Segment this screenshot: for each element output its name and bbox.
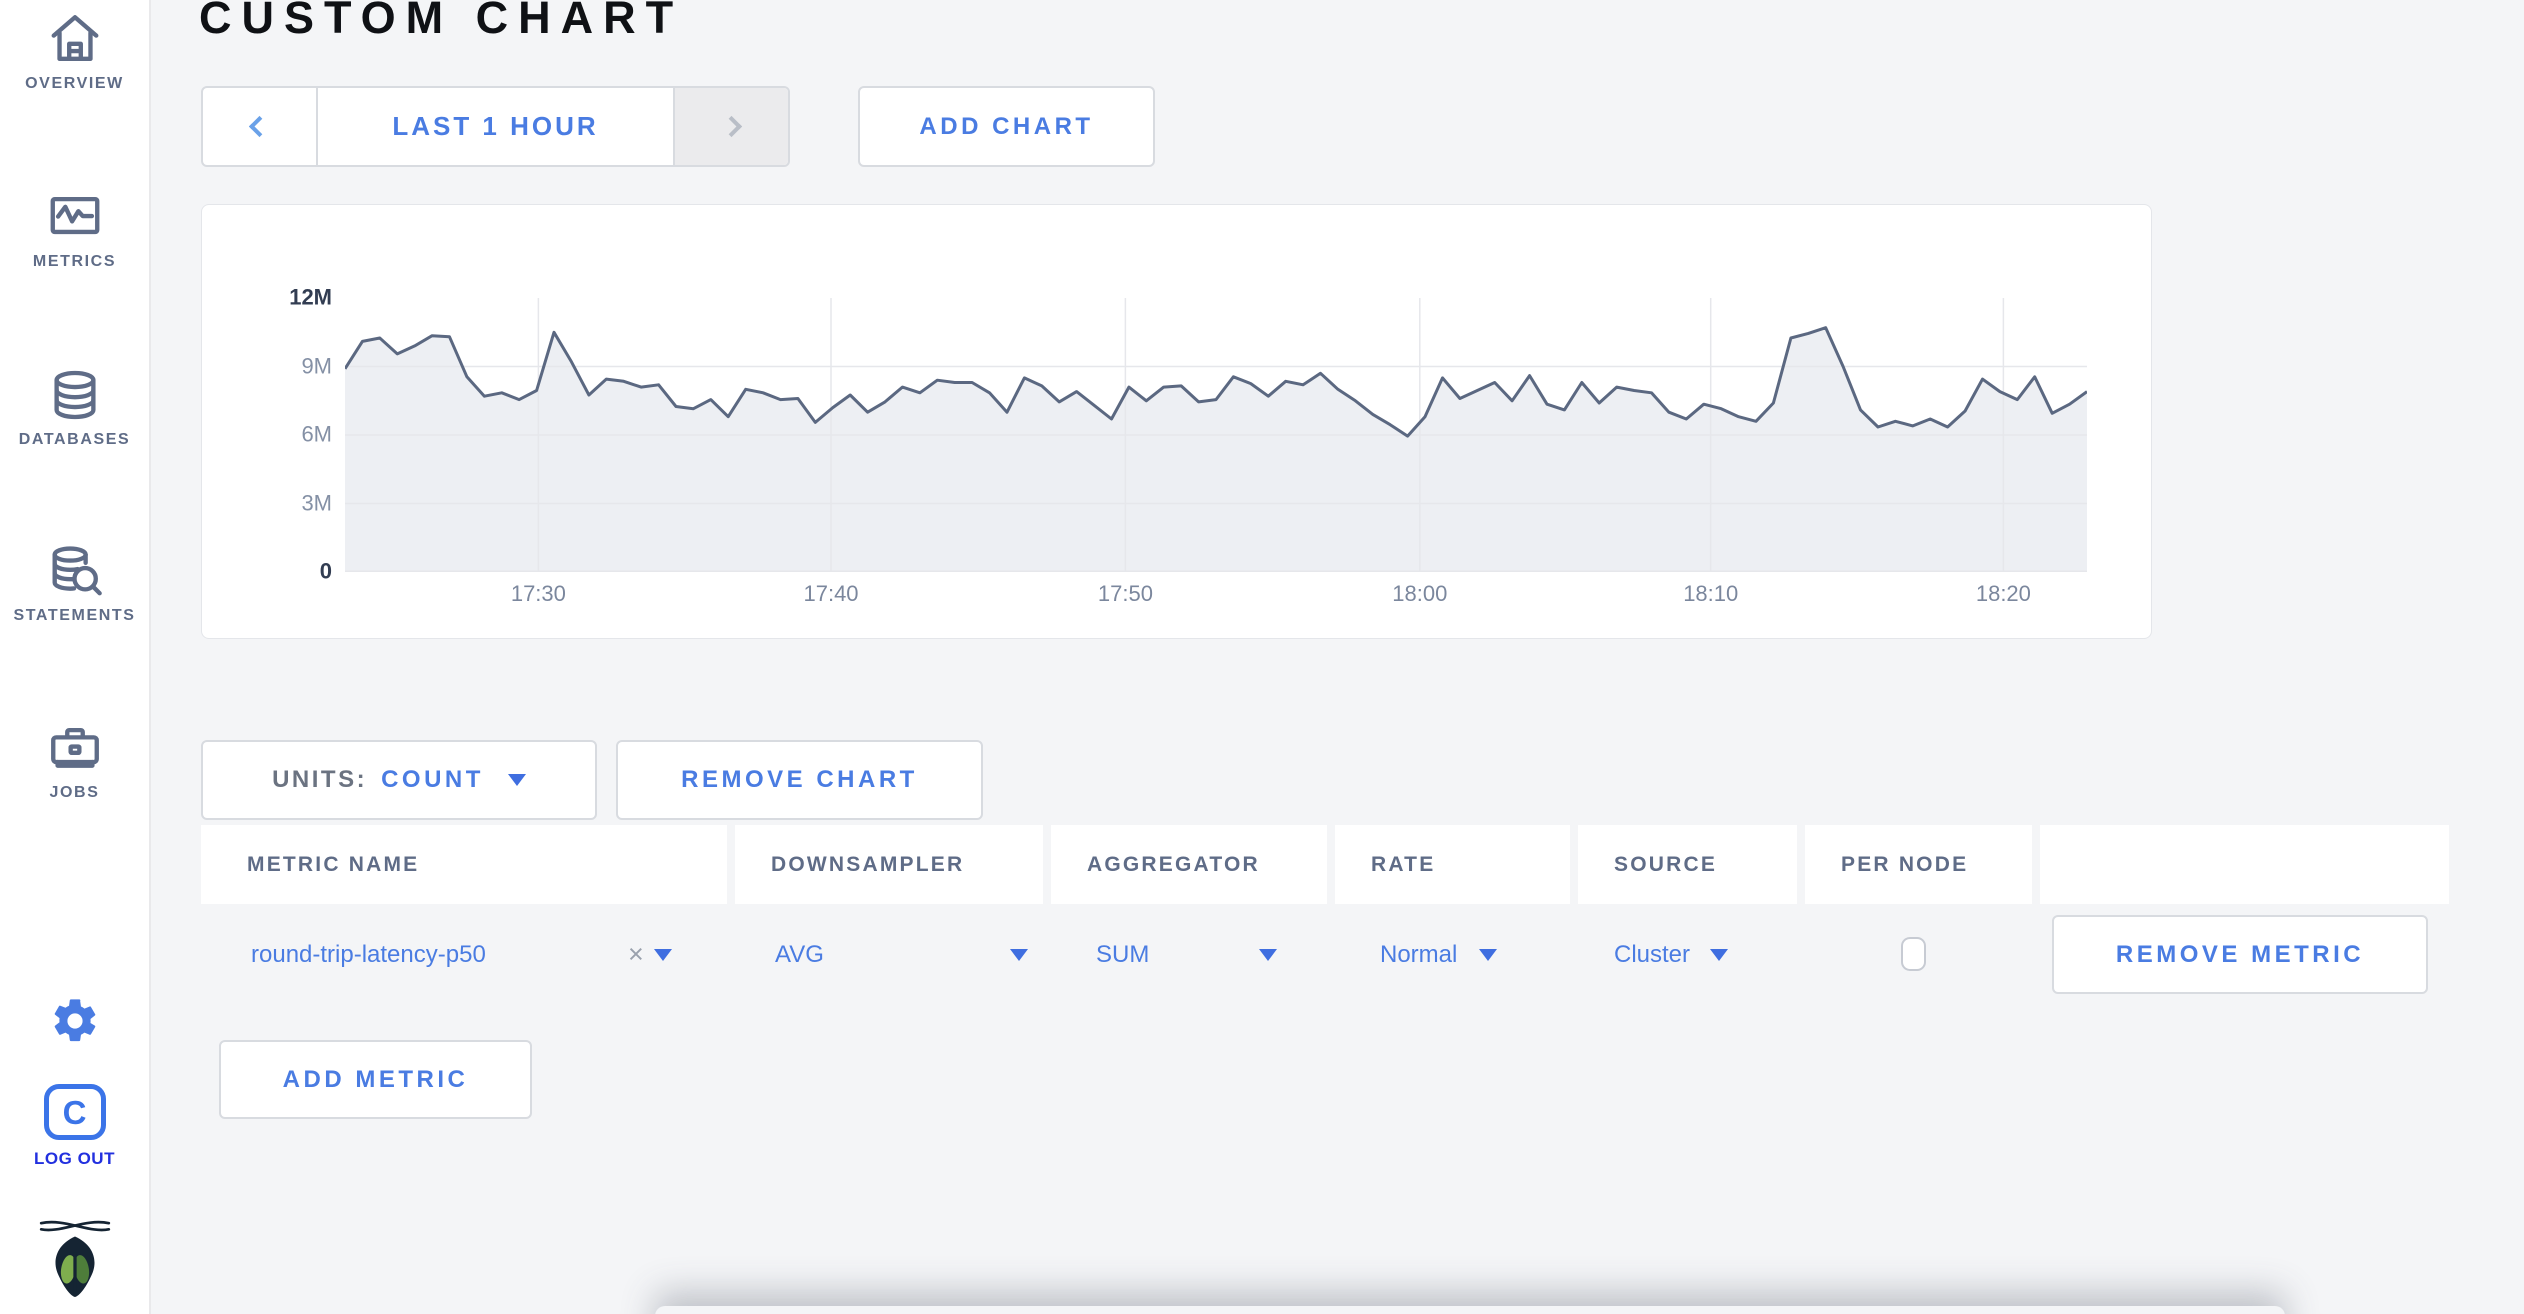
downsampler-select[interactable]: AVG (775, 903, 1028, 1006)
chart-plot-area (345, 298, 2087, 572)
gear-icon (54, 999, 95, 1042)
metric-name-select[interactable]: round-trip-latency-p50 (251, 903, 486, 1006)
add-metric-label: ADD METRIC (282, 1065, 469, 1093)
time-range-label: LAST 1 HOUR (392, 111, 599, 141)
area-chart (345, 298, 2087, 572)
add-chart-label: ADD CHART (919, 112, 1094, 140)
graph-icon (50, 196, 99, 235)
y-tick-label: 0 (319, 558, 332, 584)
column-header-source: SOURCE (1578, 825, 1797, 904)
logout-button[interactable]: C LOG OUT (0, 1084, 149, 1169)
sidebar: OVERVIEW METRICS DATABASES STATEMENTS JO… (0, 0, 151, 1314)
sidebar-item-label: OVERVIEW (25, 75, 124, 92)
database-search-icon (52, 546, 102, 596)
clear-metric-icon[interactable]: × (628, 939, 644, 970)
aggregator-value: SUM (1096, 940, 1150, 968)
cockroachdb-bug-logo (0, 1216, 149, 1303)
chevron-down-icon (1710, 948, 1729, 961)
chevron-left-icon (248, 115, 271, 138)
x-tick-label: 18:00 (1392, 581, 1448, 606)
y-tick-label: 3M (301, 489, 332, 515)
chevron-down-icon (1479, 948, 1498, 961)
rate-select[interactable]: Normal (1380, 903, 1498, 1006)
time-range-prev-button[interactable] (203, 88, 316, 165)
units-dropdown[interactable]: UNITS: COUNT (201, 740, 597, 820)
source-select[interactable]: Cluster (1614, 903, 1729, 1006)
time-range-next-button[interactable] (675, 88, 788, 165)
home-icon (51, 15, 98, 61)
page-title: CUSTOM CHART (199, 0, 684, 43)
rate-value: Normal (1380, 940, 1458, 968)
logo-letter: C (62, 1093, 87, 1131)
remove-chart-button[interactable]: REMOVE CHART (616, 740, 983, 820)
briefcase-icon (50, 727, 99, 768)
sidebar-item-label: METRICS (32, 253, 117, 270)
column-header-per-node: PER NODE (1805, 825, 2032, 904)
sidebar-item-metrics[interactable]: METRICS (0, 188, 149, 271)
logout-label: LOG OUT (34, 1149, 115, 1168)
units-prefix-label: UNITS: (272, 766, 368, 793)
sidebar-item-label: JOBS (49, 784, 100, 801)
metric-name-value: round-trip-latency-p50 (251, 940, 486, 968)
sidebar-item-label: STATEMENTS (13, 607, 136, 624)
column-header-metric-name: METRIC NAME (201, 825, 727, 904)
x-tick-label: 17:40 (803, 581, 859, 606)
next-chart-panel-shadow (655, 1306, 2285, 1314)
sidebar-item-overview[interactable]: OVERVIEW (0, 10, 149, 93)
database-icon (53, 370, 96, 420)
x-tick-label: 18:10 (1683, 581, 1739, 606)
column-header-rate: RATE (1335, 825, 1570, 904)
remove-metric-label: REMOVE METRIC (2115, 940, 2365, 968)
chevron-down-icon (1259, 948, 1278, 961)
add-chart-button[interactable]: ADD CHART (858, 86, 1155, 167)
aggregator-select[interactable]: SUM (1096, 903, 1278, 1006)
x-tick-label: 17:50 (1097, 581, 1153, 606)
settings-button[interactable] (0, 995, 149, 1052)
sidebar-item-statements[interactable]: STATEMENTS (0, 542, 149, 625)
bug-icon (39, 1220, 110, 1297)
source-value: Cluster (1614, 940, 1691, 968)
sidebar-item-databases[interactable]: DATABASES (0, 366, 149, 449)
sidebar-item-jobs[interactable]: JOBS (0, 719, 149, 802)
add-metric-button[interactable]: ADD METRIC (219, 1040, 532, 1119)
per-node-checkbox[interactable] (1901, 937, 1926, 971)
downsampler-value: AVG (775, 940, 824, 968)
metric-clear-control: × (628, 903, 672, 1006)
chevron-down-icon (507, 774, 526, 786)
x-tick-label: 17:30 (510, 581, 566, 606)
chevron-down-icon (1009, 948, 1028, 961)
remove-metric-button[interactable]: REMOVE METRIC (2052, 915, 2428, 994)
time-range-dropdown[interactable]: LAST 1 HOUR (316, 88, 675, 165)
y-tick-label: 9M (301, 352, 332, 378)
x-tick-label: 18:20 (1975, 581, 2031, 606)
remove-chart-label: REMOVE CHART (681, 766, 918, 793)
column-header-aggregator: AGGREGATOR (1051, 825, 1327, 904)
cockroach-c-icon: C (43, 1084, 106, 1140)
y-tick-label: 12M (289, 284, 332, 310)
time-range-selector: LAST 1 HOUR (201, 86, 790, 167)
column-header-downsampler: DOWNSAMPLER (735, 825, 1043, 904)
units-value: COUNT (381, 766, 484, 793)
y-tick-label: 6M (301, 421, 332, 447)
chevron-right-icon (720, 115, 743, 138)
chevron-down-icon[interactable] (653, 948, 672, 961)
column-header-actions (2040, 825, 2449, 904)
sidebar-item-label: DATABASES (18, 431, 131, 448)
custom-chart-panel: 12M 9M 6M 3M 0 17:30 17:40 17:50 18:00 18:10 18:2… (201, 204, 2152, 639)
